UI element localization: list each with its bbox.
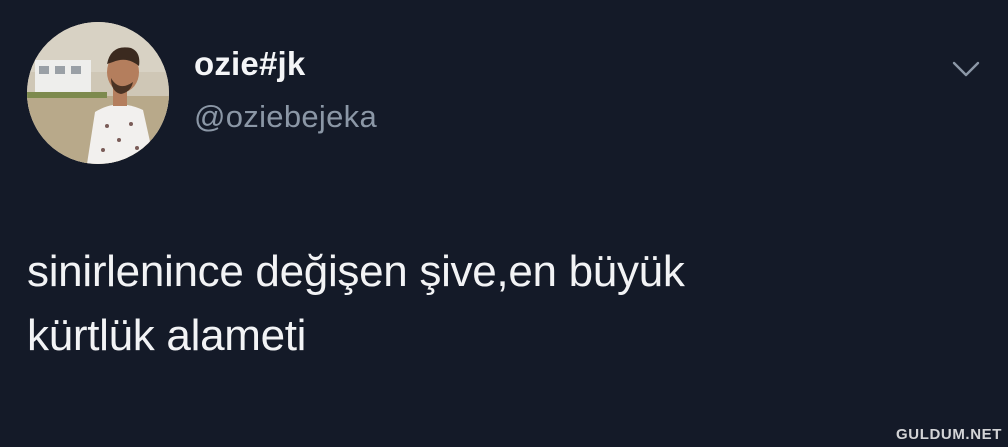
profile-photo-icon (27, 22, 169, 164)
tweet-text-line: kürtlük alameti (27, 311, 307, 360)
chevron-down-icon (952, 61, 980, 77)
site-watermark: GULDUM.NET (896, 426, 1002, 443)
tweet-text-line: sinirlenince değişen şive,en büyük (27, 247, 685, 296)
avatar[interactable] (27, 22, 169, 164)
tweet-menu-button[interactable] (948, 55, 984, 83)
tweet-text: sinirlenince değişen şive,en büyük kürtl… (27, 240, 927, 368)
tweet-card: ozie#jk @oziebejeka sinirlenince değişen… (0, 0, 1008, 447)
author-display-name[interactable]: ozie#jk (194, 44, 305, 84)
author-handle[interactable]: @oziebejeka (194, 98, 377, 136)
